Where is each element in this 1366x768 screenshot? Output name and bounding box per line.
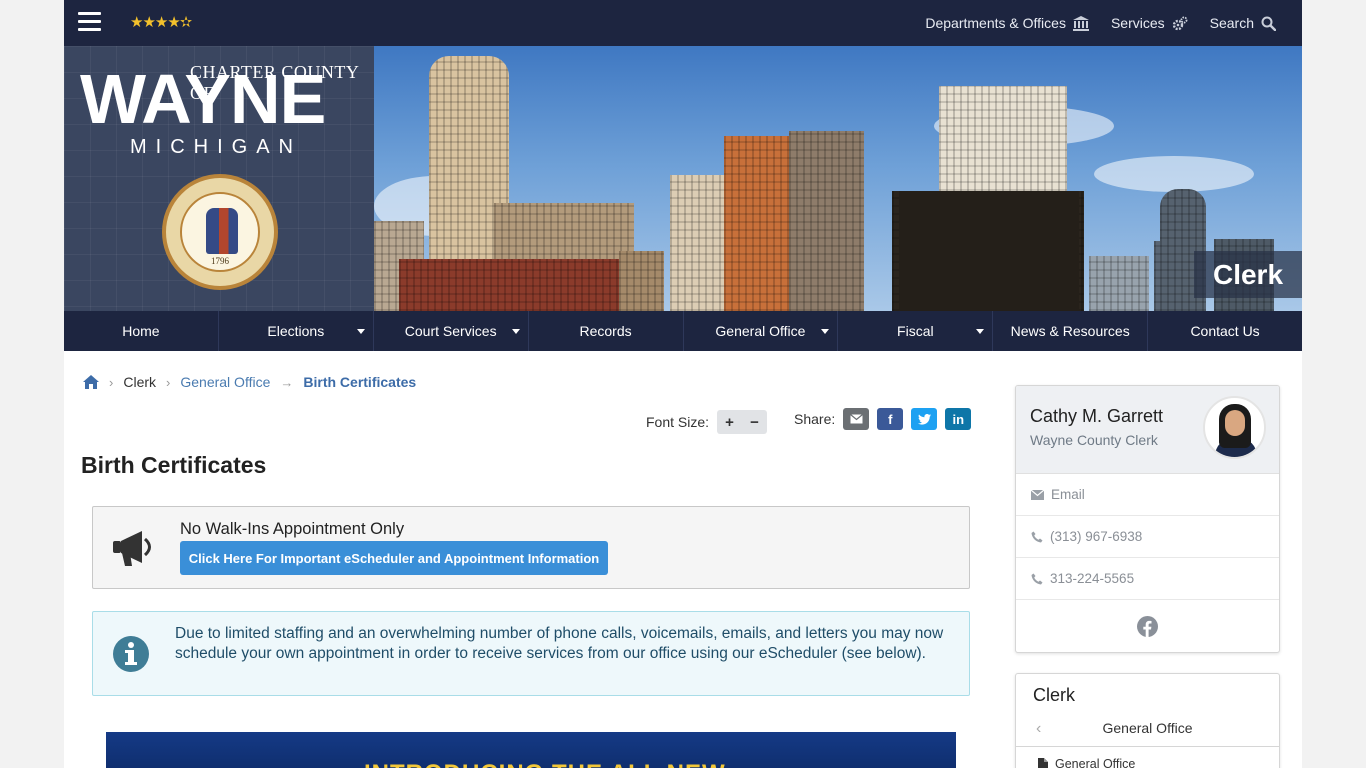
section-nav-current: General Office [1102,720,1193,736]
facebook-icon[interactable] [1137,615,1158,637]
skyline-photo: Clerk [374,46,1302,311]
nav-elections[interactable]: Elections [219,311,374,351]
nav-news-resources-label: News & Resources [1010,323,1130,339]
divider [1016,746,1279,747]
section-nav-item[interactable]: General Office [1038,757,1135,768]
megaphone-icon [113,531,151,566]
contact-name: Cathy M. Garrett [1030,406,1164,426]
chevron-right-icon: › [166,374,171,390]
home-icon[interactable] [83,375,99,389]
arrow-right-icon: → [280,374,294,390]
search-link[interactable]: Search [1210,15,1276,31]
breadcrumb-clerk[interactable]: Clerk [123,374,156,390]
contact-email[interactable]: Email [1016,474,1279,516]
page: ★★★★✫ Departments & Offices Services Sea… [64,0,1302,768]
phone-icon [1031,573,1043,584]
facebook-icon: f [888,411,893,427]
info-text: Due to limited staffing and an overwhelm… [175,625,944,662]
chevron-down-icon[interactable] [976,329,985,334]
nav-records[interactable]: Records [529,311,684,351]
share-twitter-button[interactable] [911,408,938,430]
phone-icon [1031,531,1043,542]
county-seal: 1796 [162,174,278,290]
escheduler-info-button[interactable]: Click Here For Important eScheduler and … [180,541,608,575]
contact-card: Cathy M. Garrett Wayne County Clerk Emai… [1015,385,1280,653]
top-nav: Departments & Offices Services Search [903,0,1276,46]
contact-email-label: Email [1051,487,1085,502]
linkedin-icon: in [952,411,965,427]
nav-home-label: Home [122,323,160,339]
header-banner: WAYNE CHARTER COUNTY OF MICHIGAN 1796 Cl… [64,46,1302,311]
nav-general-office-label: General Office [715,323,806,339]
contact-title: Wayne County Clerk [1030,432,1158,448]
contact-phone-1[interactable]: (313) 967-6938 [1016,516,1279,558]
escheduler-promo-image[interactable]: INTRODUCING THE ALL NEW [106,732,956,768]
chevron-down-icon[interactable] [356,329,365,334]
nav-home[interactable]: Home [64,311,219,351]
nav-fiscal-label: Fiscal [897,323,934,339]
nav-court-services-label: Court Services [404,323,497,339]
envelope-icon [1031,489,1044,500]
twitter-icon [917,413,931,425]
building-icon [1072,15,1089,31]
main-nav: Home Elections Court Services Records Ge… [64,311,1302,351]
search-label: Search [1209,15,1254,31]
nav-records-label: Records [579,323,632,339]
logo-charter-text: CHARTER COUNTY OF [190,62,359,103]
gears-icon [1172,16,1188,30]
section-nav-title: Clerk [1033,685,1076,705]
nav-contact-us-label: Contact Us [1190,323,1260,339]
page-title: Birth Certificates [81,452,267,478]
departments-offices-link[interactable]: Departments & Offices [925,15,1089,31]
document-icon [1038,758,1048,768]
rating-stars[interactable]: ★★★★✫ [130,13,192,31]
avatar [1203,396,1266,459]
contact-phone-1-label: (313) 967-6938 [1050,529,1143,544]
search-icon [1261,16,1276,31]
font-increase-button[interactable]: + [717,410,742,434]
promo-text: INTRODUCING THE ALL NEW [364,760,726,768]
envelope-icon [849,414,863,424]
font-size-control: Font Size: + − [646,410,768,434]
chevron-down-icon[interactable] [511,329,520,334]
share-label: Share: [794,411,836,427]
share-facebook-button[interactable]: f [877,408,904,430]
logo-michigan-text: MICHIGAN [130,136,302,158]
contact-phone-2-label: 313-224-5565 [1050,571,1135,586]
departments-offices-label: Departments & Offices [925,15,1066,31]
font-decrease-button[interactable]: − [742,410,767,434]
share-email-button[interactable] [843,408,870,430]
share-bar: Share: f in [794,408,972,430]
section-nav-item-label: General Office [1055,757,1136,768]
info-icon [113,636,149,672]
notice-title: No Walk-Ins Appointment Only [180,520,405,538]
nav-elections-label: Elections [267,323,325,339]
contact-phone-2[interactable]: 313-224-5565 [1016,558,1279,600]
breadcrumb: › Clerk › General Office → Birth Certifi… [83,374,416,390]
services-label: Services [1110,15,1165,31]
section-nav-card: Clerk ‹ General Office General Office [1015,673,1280,768]
info-alert: Due to limited staffing and an overwhelm… [92,611,970,696]
chevron-right-icon: › [109,374,114,390]
font-size-label: Font Size: [646,414,710,430]
facebook-link[interactable] [1016,600,1279,652]
services-link[interactable]: Services [1111,15,1188,31]
nav-general-office[interactable]: General Office [684,311,839,351]
nav-news-resources[interactable]: News & Resources [993,311,1149,351]
nav-fiscal[interactable]: Fiscal [838,311,994,351]
top-bar: ★★★★✫ Departments & Offices Services Sea… [64,0,1302,46]
hamburger-icon[interactable] [78,12,101,32]
chevron-down-icon[interactable] [821,329,830,334]
seal-year: 1796 [211,256,229,266]
section-label: Clerk [1194,251,1302,298]
nav-court-services[interactable]: Court Services [374,311,529,351]
breadcrumb-general-office[interactable]: General Office [180,374,270,390]
appointment-notice: No Walk-Ins Appointment Only Click Here … [92,506,970,589]
breadcrumb-current: Birth Certificates [303,374,417,390]
nav-contact-us[interactable]: Contact Us [1148,311,1302,351]
county-logo[interactable]: WAYNE CHARTER COUNTY OF MICHIGAN 1796 [64,46,374,311]
share-linkedin-button[interactable]: in [945,408,972,430]
